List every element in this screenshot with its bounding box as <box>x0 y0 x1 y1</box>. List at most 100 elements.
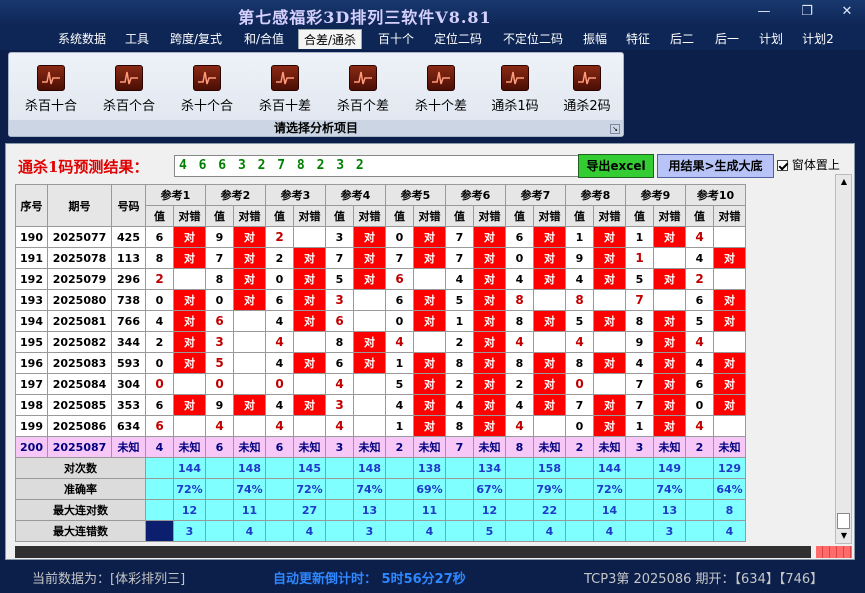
cell-value: 4 <box>265 310 294 332</box>
minimize-button[interactable]: — <box>753 4 775 20</box>
stats-spacer <box>625 499 654 521</box>
stats-spacer <box>625 520 654 542</box>
table-row[interactable]: 196 2025083 593 0 对 5 4 对 6 对 1 对 8 对 8 对 8 对 4 对 4 对 <box>15 352 746 374</box>
cell-result-ok: 对 <box>353 331 386 353</box>
menu-diff-kill[interactable]: 合差/通杀 <box>298 29 362 49</box>
maximize-button[interactable]: ❐ <box>796 4 818 20</box>
vertical-scrollbar[interactable]: ▲ ▼ <box>835 174 852 544</box>
tool-kill-ten-one-sum[interactable]: 杀十个合 <box>169 65 245 115</box>
header-result: 对错 <box>353 205 386 227</box>
scroll-down-icon[interactable]: ▼ <box>839 531 849 541</box>
cell-value: 6 <box>685 373 714 395</box>
menu-last-two[interactable]: 后二 <box>664 29 700 49</box>
tool-kill-two-code[interactable]: 通杀2码 <box>549 65 625 115</box>
cell-result-ok: 对 <box>533 373 566 395</box>
row-id: 196 <box>15 352 48 374</box>
cell-value: 2 <box>145 268 174 290</box>
table-row[interactable]: 190 2025077 425 6 对 9 对 2 3 对 0 对 7 对 6 对 1 对 1 对 4 <box>15 226 746 248</box>
table-row-pending[interactable]: 200 2025087 未知 4 未知 6 未知 6 未知 3 未知 2 未知 7 未知 8 未知 2 未知 3 未知 2… <box>15 436 746 458</box>
header-ref: 参考8 <box>565 184 626 206</box>
stats-value: 158 <box>533 457 566 479</box>
stats-value: 72% <box>173 478 206 500</box>
stats-spacer <box>685 457 714 479</box>
cell-result-unknown: 未知 <box>173 436 206 458</box>
cell-value: 7 <box>625 373 654 395</box>
export-excel-button[interactable]: 导出excel <box>578 154 654 178</box>
stats-value: 4 <box>533 520 566 542</box>
pin-window-checkbox[interactable]: 窗体置上 <box>777 156 840 173</box>
table-row[interactable]: 191 2025078 113 8 对 7 对 2 对 7 对 7 对 7 对 0 对 9 对 1 4 对 <box>15 247 746 269</box>
tool-kill-hundred-one-diff[interactable]: 杀百个差 <box>325 65 401 115</box>
cell-value: 7 <box>445 226 474 248</box>
cell-result-miss <box>293 331 326 353</box>
menu-tools[interactable]: 工具 <box>118 29 156 49</box>
stats-value: 64% <box>713 478 746 500</box>
cell-value: 4 <box>205 415 234 437</box>
menu-span-compound[interactable]: 跨度/复式 <box>164 29 228 49</box>
stats-spacer <box>565 499 594 521</box>
row-number: 296 <box>111 268 146 290</box>
table-row[interactable]: 198 2025085 353 6 对 9 对 4 对 3 4 对 4 对 4 对 7 对 7 对 0 对 <box>15 394 746 416</box>
header-ref: 参考5 <box>385 184 446 206</box>
cell-result-ok: 对 <box>593 310 626 332</box>
horizontal-scrollbar[interactable] <box>15 546 811 558</box>
cell-result-miss <box>653 247 686 269</box>
header-ref: 参考7 <box>505 184 566 206</box>
cell-value: 3 <box>625 436 654 458</box>
tool-kill-hundred-ten-diff[interactable]: 杀百十差 <box>247 65 323 115</box>
generate-base-button[interactable]: 用结果>生成大底 <box>657 154 774 178</box>
menu-plan-2[interactable]: 计划2 <box>796 29 840 49</box>
menu-hundred-ten-one[interactable]: 百十个 <box>372 29 420 49</box>
menu-position-two[interactable]: 定位二码 <box>428 29 488 49</box>
table-row[interactable]: 194 2025081 766 4 对 6 4 对 6 0 对 1 对 8 对 5 对 8 对 5 对 <box>15 310 746 332</box>
cell-result-ok: 对 <box>533 247 566 269</box>
cell-result-ok: 对 <box>713 373 746 395</box>
cell-result-ok: 对 <box>473 268 506 290</box>
chart-icon <box>115 65 143 91</box>
tool-kill-ten-one-diff[interactable]: 杀十个差 <box>403 65 479 115</box>
cell-result-unknown: 未知 <box>713 436 746 458</box>
menu-amplitude[interactable]: 振幅 <box>578 29 612 49</box>
cell-result-ok: 对 <box>293 352 326 374</box>
scroll-up-icon[interactable]: ▲ <box>839 177 849 187</box>
cell-result-ok: 对 <box>473 394 506 416</box>
cell-result-ok: 对 <box>353 247 386 269</box>
row-period: 2025086 <box>47 415 112 437</box>
title-bar: 第七感福彩3D排列三软件V8.81 — ❐ ✕ <box>0 0 865 27</box>
stats-spacer <box>445 520 474 542</box>
menu-nonposition-two[interactable]: 不定位二码 <box>496 29 570 49</box>
expand-icon[interactable]: ↘ <box>610 124 620 134</box>
cell-value: 0 <box>685 394 714 416</box>
cell-value: 2 <box>265 226 294 248</box>
cell-result-miss <box>593 373 626 395</box>
scroll-thumb[interactable] <box>837 513 850 529</box>
menu-sum-value[interactable]: 和/合值 <box>238 29 290 49</box>
menu-system-data[interactable]: 系统数据 <box>52 29 112 49</box>
tool-kill-hundred-ten-sum[interactable]: 杀百十合 <box>13 65 89 115</box>
close-button[interactable]: ✕ <box>836 4 858 20</box>
cell-result-ok: 对 <box>413 373 446 395</box>
table-row[interactable]: 195 2025082 344 2 对 3 4 8 对 4 2 对 4 4 9 对 4 <box>15 331 746 353</box>
tool-kill-one-code[interactable]: 通杀1码 <box>477 65 553 115</box>
cell-value: 6 <box>145 415 174 437</box>
table-row[interactable]: 199 2025086 634 6 4 4 4 1 对 8 对 4 0 对 1 对 4 <box>15 415 746 437</box>
row-period: 2025079 <box>47 268 112 290</box>
table-row[interactable]: 193 2025080 738 0 对 0 对 6 对 3 6 对 5 对 8 8 7 6 对 <box>15 289 746 311</box>
menu-plan[interactable]: 计划 <box>754 29 788 49</box>
stats-spacer <box>385 499 414 521</box>
cell-result-miss <box>233 310 266 332</box>
header-value: 值 <box>625 205 654 227</box>
cell-value: 4 <box>445 268 474 290</box>
cell-value: 8 <box>505 310 534 332</box>
menu-last-one[interactable]: 后一 <box>708 29 746 49</box>
cell-value: 1 <box>625 415 654 437</box>
stats-label: 准确率 <box>15 478 146 500</box>
table-row[interactable]: 192 2025079 296 2 8 对 0 对 5 对 6 4 对 4 对 4 对 5 对 2 <box>15 268 746 290</box>
stats-spacer <box>145 457 174 479</box>
header-value: 值 <box>265 205 294 227</box>
table-row[interactable]: 197 2025084 304 0 0 0 4 5 对 2 对 2 对 0 7 对 6 对 <box>15 373 746 395</box>
stats-value: 8 <box>713 499 746 521</box>
cell-result-ok: 对 <box>593 247 626 269</box>
tool-kill-hundred-one-sum[interactable]: 杀百个合 <box>91 65 167 115</box>
menu-feature[interactable]: 特征 <box>620 29 656 49</box>
